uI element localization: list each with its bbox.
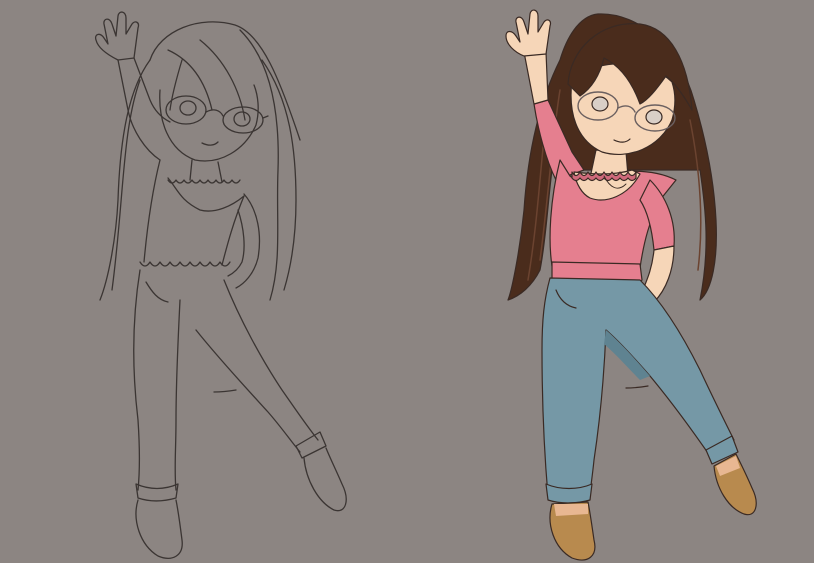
illustration-svg bbox=[0, 0, 814, 563]
ankle-left bbox=[554, 504, 588, 516]
background bbox=[0, 0, 814, 563]
eye-left bbox=[591, 96, 609, 112]
illustration-canvas bbox=[0, 0, 814, 563]
eye-right bbox=[645, 109, 663, 125]
